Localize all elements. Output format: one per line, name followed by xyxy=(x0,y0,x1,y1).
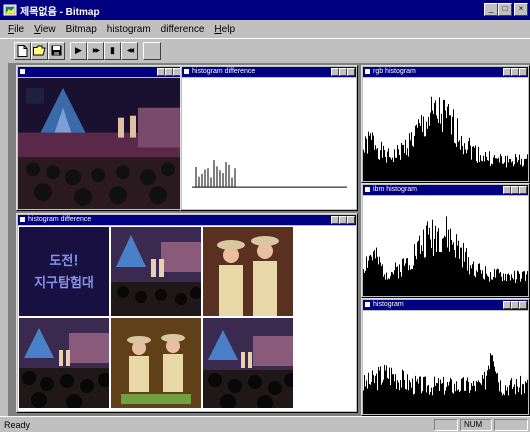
histogram-window-3[interactable]: histogram xyxy=(361,298,530,416)
maximize-button[interactable] xyxy=(511,186,519,194)
close-button[interactable] xyxy=(347,216,355,224)
histogram-plot-1 xyxy=(363,78,528,181)
pause-icon: ▮ xyxy=(110,45,115,55)
menu-bitmap[interactable]: Bitmap xyxy=(61,24,102,35)
window-menu-icon[interactable] xyxy=(364,186,371,193)
video-window-title-bar[interactable] xyxy=(18,67,182,77)
window-menu-icon[interactable] xyxy=(183,68,190,75)
menu-file[interactable]: File xyxy=(3,24,29,35)
minimize-button[interactable] xyxy=(331,216,339,224)
histogram-difference-window[interactable]: histogram difference xyxy=(180,65,358,211)
histogram-bars xyxy=(363,96,528,181)
app-title-bar[interactable]: 제목없음 - Bitmap _ □ × xyxy=(0,0,530,20)
keyframe-hosts-closeup[interactable] xyxy=(203,227,293,316)
histogram-plot-2 xyxy=(363,196,528,296)
keyframe-stage-audience-2[interactable] xyxy=(203,318,298,411)
maximize-button[interactable] xyxy=(165,68,173,76)
fast-forward-icon: ▶▶ xyxy=(92,48,100,54)
tv-stage-image xyxy=(18,78,182,209)
histogram-difference-title-bar[interactable]: histogram difference xyxy=(182,67,356,77)
window-menu-icon[interactable] xyxy=(19,216,26,223)
histogram-difference-plot xyxy=(182,78,356,209)
close-button[interactable]: × xyxy=(514,3,528,16)
keyframe-title-card[interactable]: 도전! 지구탐험대 xyxy=(19,227,109,316)
new-file-button[interactable] xyxy=(14,41,31,60)
ibm-histogram-window[interactable]: ibm histogram xyxy=(361,183,530,298)
menu-help[interactable]: Help xyxy=(209,24,240,35)
close-button[interactable] xyxy=(347,68,355,76)
menu-difference[interactable]: difference xyxy=(156,24,210,35)
close-button[interactable] xyxy=(519,301,527,309)
maximize-button[interactable] xyxy=(511,301,519,309)
rgb-histogram-title-bar[interactable]: rgb histogram xyxy=(363,67,528,77)
minimize-button[interactable] xyxy=(331,68,339,76)
num-lock-indicator: NUM xyxy=(460,418,492,431)
maximize-button[interactable] xyxy=(339,216,347,224)
blank-button[interactable] xyxy=(143,41,161,60)
title-card-text: 도전! xyxy=(49,254,78,269)
window-menu-icon[interactable] xyxy=(19,68,26,75)
keyframes-grid: 도전! 지구탐험대 xyxy=(18,226,356,411)
minimize-button[interactable] xyxy=(157,68,165,76)
close-button[interactable] xyxy=(519,186,527,194)
menu-bar: File View Bitmap histogram difference He… xyxy=(0,20,530,38)
new-file-icon xyxy=(17,44,28,57)
histogram-bars xyxy=(363,216,528,296)
minimize-button[interactable]: _ xyxy=(484,3,498,16)
play-icon: ▶ xyxy=(75,45,82,55)
ibm-histogram-title-bar[interactable]: ibm histogram xyxy=(363,185,528,195)
open-folder-icon xyxy=(33,45,46,56)
pause-button[interactable]: ▮ xyxy=(104,41,121,60)
maximize-button[interactable]: □ xyxy=(498,3,512,16)
minimize-button[interactable] xyxy=(503,68,511,76)
rgb-histogram-window[interactable]: rgb histogram xyxy=(361,65,530,183)
mdi-client-area: histogram difference rgb histogram ibm h… xyxy=(8,63,530,416)
keyframe-stage-wide[interactable] xyxy=(111,227,202,316)
svg-text:지구탐험대: 지구탐험대 xyxy=(34,276,94,291)
maximize-button[interactable] xyxy=(339,68,347,76)
status-cell-scroll xyxy=(494,418,528,431)
app-icon xyxy=(3,4,17,16)
keyframes-title-bar[interactable]: histogram difference xyxy=(18,215,356,225)
histogram-3-title-bar[interactable]: histogram xyxy=(363,300,528,310)
menu-histogram[interactable]: histogram xyxy=(102,24,156,35)
video-window[interactable] xyxy=(16,65,184,211)
histogram-plot-3 xyxy=(363,311,528,414)
window-title: 제목없음 - Bitmap xyxy=(20,6,100,18)
maximize-button[interactable] xyxy=(511,68,519,76)
save-disk-icon xyxy=(51,45,62,56)
keyframes-window[interactable]: histogram difference 도전! 지구탐험대 xyxy=(16,213,358,413)
status-text: Ready xyxy=(4,419,31,430)
rewind-button[interactable]: ◀◀ xyxy=(121,41,138,60)
rewind-icon: ◀◀ xyxy=(126,48,134,54)
keyframe-audience[interactable] xyxy=(19,318,112,410)
toolbar: ▶ ▶▶ ▮ ◀◀ xyxy=(0,38,530,62)
keyframe-hosts-stage[interactable] xyxy=(111,318,201,408)
window-menu-icon[interactable] xyxy=(364,68,371,75)
video-frame xyxy=(18,78,182,209)
close-button[interactable] xyxy=(519,68,527,76)
status-cell-empty xyxy=(434,418,458,431)
fast-forward-button[interactable]: ▶▶ xyxy=(87,41,104,60)
minimize-button[interactable] xyxy=(503,186,511,194)
play-button[interactable]: ▶ xyxy=(70,41,87,60)
window-menu-icon[interactable] xyxy=(364,301,371,308)
histogram-bars xyxy=(363,353,528,414)
save-file-button[interactable] xyxy=(48,41,65,60)
open-file-button[interactable] xyxy=(31,41,48,60)
menu-view[interactable]: View xyxy=(29,24,61,35)
status-bar: Ready NUM xyxy=(0,416,530,432)
minimize-button[interactable] xyxy=(503,301,511,309)
